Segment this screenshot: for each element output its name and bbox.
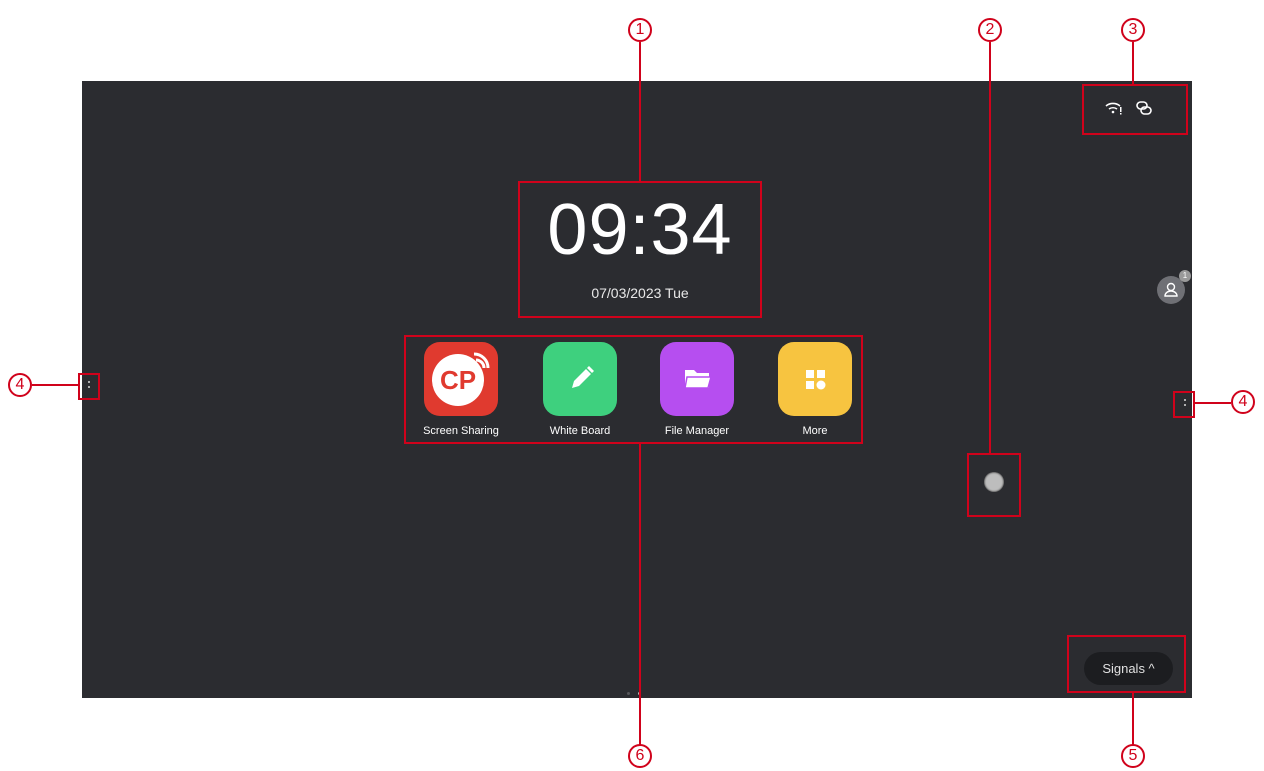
callout-box-signals (1067, 635, 1186, 693)
callout-number: 2 (978, 18, 1002, 42)
callout-line (639, 444, 641, 745)
callout-box-right-handle (1173, 391, 1195, 418)
callout-line (639, 42, 641, 182)
notification-badge: 1 (1179, 270, 1191, 282)
callout-box-clock (518, 181, 762, 318)
callout-number: 6 (628, 744, 652, 768)
callout-box-apps (404, 335, 863, 444)
callout-number: 3 (1121, 18, 1145, 42)
callout-box-status (1082, 84, 1188, 135)
callout-number: 5 (1121, 744, 1145, 768)
callout-box-float (967, 453, 1021, 517)
callout-number: 1 (628, 18, 652, 42)
page-dot[interactable] (627, 692, 630, 695)
callout-line (1132, 693, 1134, 745)
callout-line (1132, 42, 1134, 85)
callout-number: 4 (1231, 390, 1255, 414)
callout-box-left-handle (78, 373, 100, 400)
callout-line (1195, 402, 1231, 404)
callout-number: 4 (8, 373, 32, 397)
callout-line (989, 42, 991, 454)
callout-line (32, 384, 79, 386)
